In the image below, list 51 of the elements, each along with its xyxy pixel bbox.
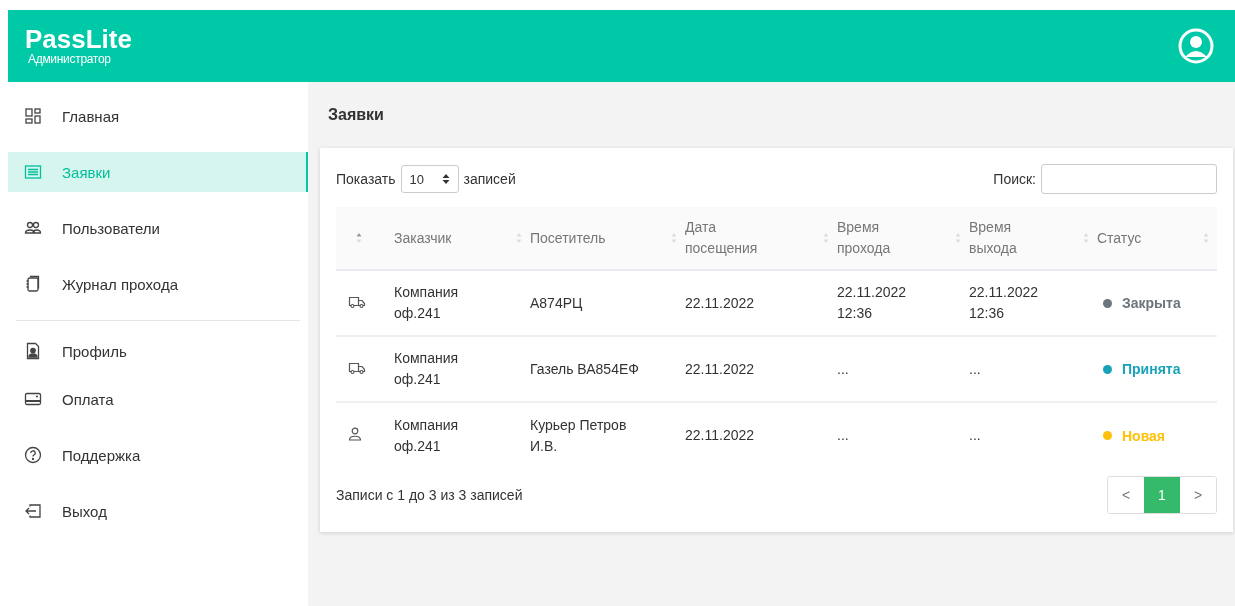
sidebar-item[interactable]: Журнал прохода (8, 264, 308, 304)
table-cell-text: Компания оф.241 (394, 283, 460, 323)
table-cell-text: 22.11.2022 12:36 (969, 283, 1040, 323)
table-cell-text: А874РЦ (530, 293, 584, 313)
card-icon (24, 390, 42, 408)
page-button[interactable]: 1 (1144, 477, 1180, 513)
column-header[interactable]: Время прохода (837, 207, 969, 270)
column-header[interactable]: Посетитель (530, 207, 685, 270)
status-label: Новая (1122, 427, 1166, 444)
app-logo-text: PassLite (25, 26, 132, 52)
sidebar-item[interactable]: Поддержка (8, 435, 308, 475)
sidebar-item[interactable]: Выход (8, 491, 308, 531)
column-header[interactable]: Время выхода (969, 207, 1097, 270)
sidebar-item[interactable]: Главная (8, 96, 308, 136)
table-cell-text: 22.11.2022 (685, 359, 756, 379)
search-field[interactable] (1041, 164, 1217, 194)
table-cell-text: Газель ВА854ЕФ (530, 359, 640, 379)
logout-icon (24, 502, 42, 520)
sidebar-item[interactable]: Профиль (8, 331, 308, 371)
grid-icon (24, 107, 42, 125)
show-label: Показать (336, 171, 396, 187)
table-cell-text: ... (969, 359, 982, 379)
table-cell-text: 22.11.2022 (685, 293, 756, 313)
column-header[interactable]: Статус (1097, 207, 1217, 270)
table-cell-text: Компания оф.241 (394, 349, 460, 389)
help-icon (24, 446, 42, 464)
column-header[interactable]: Заказчик (394, 207, 530, 270)
id-badge-icon (24, 342, 42, 360)
entries-label: записей (463, 171, 516, 187)
table-cell-text: ... (969, 426, 982, 445)
column-header[interactable]: Дата посещения (685, 207, 837, 270)
table-info: Записи с 1 до 3 из 3 записей (336, 487, 523, 503)
table-cell-text: ... (837, 359, 850, 379)
sidebar-item[interactable]: Оплата (8, 379, 308, 419)
sidebar-item[interactable]: Пользователи (8, 208, 308, 248)
status-label: Принята (1122, 361, 1181, 377)
list-icon (24, 163, 42, 181)
page-size-select[interactable]: 10 (400, 165, 459, 193)
search-label: Поиск: (993, 171, 1036, 187)
user-avatar-icon[interactable] (1178, 28, 1214, 64)
page-title: Заявки (328, 106, 385, 124)
role-label: Администратор (28, 52, 112, 66)
users-icon (24, 219, 42, 237)
table-cell-text: Компания оф.241 (394, 415, 460, 456)
table-cell-text: ... (837, 426, 850, 445)
status-label: Закрыта (1122, 295, 1181, 311)
spinner-arrows-icon (441, 173, 450, 185)
notebook-icon (24, 275, 42, 293)
table-cell-text: 22.11.2022 (685, 426, 756, 445)
table-cell-text: Курьер Петров И.В. (530, 415, 628, 456)
table-cell-text: 22.11.2022 12:36 (837, 283, 908, 323)
